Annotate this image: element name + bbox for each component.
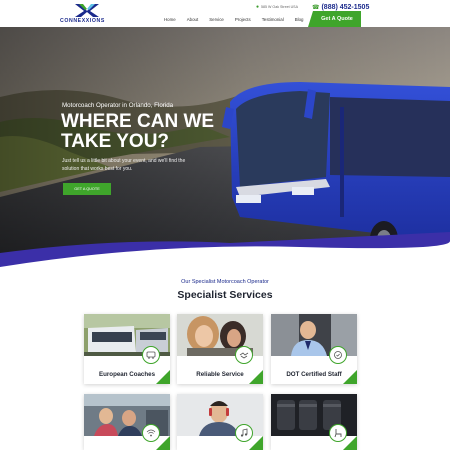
card-accent	[343, 370, 357, 384]
logo-text: CONNEXXIONS	[60, 18, 105, 24]
service-card-european-coaches[interactable]: European Coaches	[84, 314, 170, 384]
hero-section: Motorcoach Operator in Orlando, Florida …	[0, 27, 450, 273]
main-nav: Home About Service Projects Testimonial …	[164, 13, 314, 25]
get-a-quote-button[interactable]: Get A Quote	[308, 11, 361, 27]
nav-testimonial[interactable]: Testimonial	[262, 17, 284, 22]
hero-description: Just tell us a little bit about your eve…	[62, 158, 186, 172]
logo[interactable]: CONNEXXIONS	[58, 3, 118, 25]
nav-service[interactable]: Service	[209, 17, 224, 22]
site-header: CONNEXXIONS ● 585 W Oak Street USA ☎ (88…	[0, 0, 450, 27]
services-title: Specialist Services	[177, 289, 273, 301]
service-card-reliable-service[interactable]: Reliable Service	[177, 314, 263, 384]
services-kicker: Our Specialist Motorcoach Operator	[181, 279, 269, 285]
handshake-icon	[235, 346, 253, 364]
service-card-dot-certified-staff[interactable]: DOT Certified Staff	[271, 314, 357, 384]
phone-icon: ☎	[311, 4, 320, 11]
service-card-wifi[interactable]	[84, 394, 170, 450]
hero-subtitle: Motorcoach Operator in Orlando, Florida	[62, 102, 174, 109]
hero-quote-button[interactable]: GET A QUOTE	[63, 183, 111, 195]
hero-title: WHERE CAN WE TAKE YOU?	[61, 111, 215, 152]
nav-projects[interactable]: Projects	[235, 17, 251, 22]
nav-about[interactable]: About	[187, 17, 198, 22]
card-accent	[249, 436, 263, 450]
address-text: 585 W Oak Street USA	[261, 5, 298, 9]
certified-icon	[329, 346, 347, 364]
service-card-music[interactable]	[177, 394, 263, 450]
location-pin-icon: ●	[256, 4, 260, 10]
phone-number[interactable]: (888) 452-1505	[321, 4, 369, 11]
logo-mark-icon	[75, 4, 99, 17]
service-card-seats[interactable]	[271, 394, 357, 450]
nav-blog[interactable]: Blog	[295, 17, 304, 22]
card-accent	[156, 436, 170, 450]
card-accent	[249, 370, 263, 384]
bus-icon	[142, 346, 160, 364]
contact-bar: ● 585 W Oak Street USA ☎ (888) 452-1505	[256, 3, 369, 11]
nav-home[interactable]: Home	[164, 17, 176, 22]
card-accent	[156, 370, 170, 384]
card-accent	[343, 436, 357, 450]
